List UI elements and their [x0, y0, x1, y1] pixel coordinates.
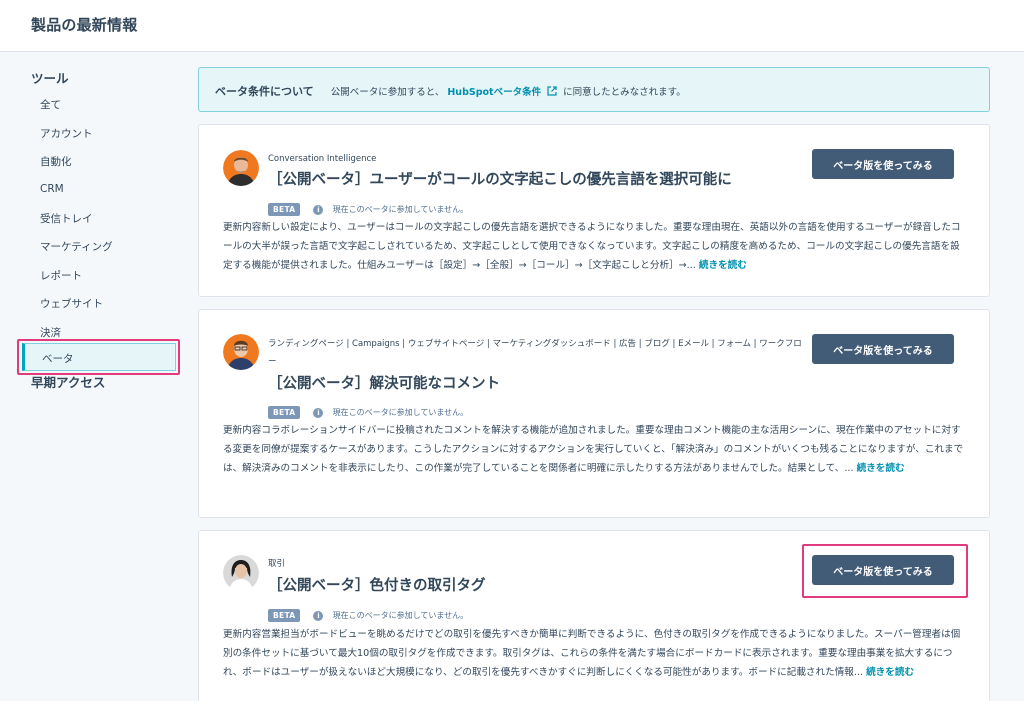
beta-status-text: 現在このベータに参加していません。 [332, 408, 469, 417]
author-avatar [223, 555, 259, 591]
try-beta-button-highlight [802, 544, 968, 598]
card-title: ［公開ベータ］ユーザーがコールの文字起こしの優先言語を選択可能に [268, 172, 732, 188]
sidebar-item-inbox[interactable]: 受信トレイ [40, 211, 93, 226]
beta-card: ランディングページ | Campaigns | ウェブサイトページ | マーケテ… [198, 309, 990, 518]
card-description: 更新内容新しい設定により、ユーザーはコールの文字起こしの優先言語を選択できるよう… [223, 218, 969, 275]
card-category: Conversation Intelligence [268, 154, 377, 164]
page-title: 製品の最新情報 [31, 16, 138, 34]
card-category: ランディングページ | Campaigns | ウェブサイトページ | マーケテ… [268, 339, 802, 367]
notice-text-after: に同意したとみなされます。 [563, 87, 686, 98]
try-beta-button[interactable]: ベータ版を使ってみる [812, 149, 954, 179]
sidebar-item-reports[interactable]: レポート [40, 268, 82, 283]
read-more-link[interactable]: 続きを読む [866, 667, 914, 678]
card-description-text: 更新内容コラボレーションサイドバーに投稿されたコメントを解決する機能が追加されま… [223, 425, 964, 474]
author-avatar [223, 334, 259, 370]
try-beta-button[interactable]: ベータ版を使ってみる [812, 334, 954, 364]
sidebar-item-website[interactable]: ウェブサイト [40, 296, 103, 311]
card-description: 更新内容営業担当がボードビューを眺めるだけでどの取引を優先すべきか簡単に判断でき… [223, 625, 969, 682]
top-bar: 製品の最新情報 [0, 0, 1024, 52]
sidebar: ツール 全て アカウント 自動化 CRM 受信トレイ マーケティング レポート … [0, 53, 190, 701]
beta-status-text: 現在このベータに参加していません。 [332, 611, 469, 620]
sidebar-item-crm[interactable]: CRM [40, 183, 64, 195]
sidebar-heading-tools: ツール [31, 71, 69, 86]
card-description: 更新内容コラボレーションサイドバーに投稿されたコメントを解決する機能が追加されま… [223, 421, 969, 478]
card-title: ［公開ベータ］色付きの取引タグ [268, 578, 486, 594]
notice-text-before: 公開ベータに参加すると、 [330, 87, 445, 98]
external-link-icon[interactable] [547, 86, 557, 96]
sidebar-item-all[interactable]: 全て [40, 97, 61, 112]
beta-status-row: BETA i 現在このベータに参加していません。 [268, 199, 469, 216]
sidebar-item-account[interactable]: アカウント [40, 126, 93, 141]
card-description-text: 更新内容営業担当がボードビューを眺めるだけでどの取引を優先すべきか簡単に判断でき… [223, 629, 961, 678]
card-title: ［公開ベータ］解決可能なコメント [268, 376, 500, 392]
card-category: 取引 [268, 559, 286, 569]
sidebar-item-automation[interactable]: 自動化 [40, 154, 72, 169]
beta-status-row: BETA i 現在このベータに参加していません。 [268, 402, 469, 419]
beta-status-text: 現在このベータに参加していません。 [332, 205, 469, 214]
card-description-text: 更新内容新しい設定により、ユーザーはコールの文字起こしの優先言語を選択できるよう… [223, 222, 961, 271]
beta-badge: BETA [268, 406, 301, 419]
sidebar-item-beta[interactable]: ベータ [22, 343, 176, 371]
beta-badge: BETA [268, 609, 301, 622]
author-avatar [223, 150, 259, 186]
info-icon: i [313, 610, 324, 621]
sidebar-item-payments[interactable]: 決済 [40, 325, 61, 340]
beta-terms-link[interactable]: HubSpotベータ条件 [447, 87, 541, 98]
notice-title: ベータ条件について [215, 85, 314, 98]
beta-status-row: BETA i 現在このベータに参加していません。 [268, 605, 469, 622]
info-icon: i [313, 407, 324, 418]
beta-terms-notice: ベータ条件について 公開ベータに参加すると、 HubSpotベータ条件 に同意し… [198, 67, 990, 112]
beta-badge: BETA [268, 203, 301, 216]
info-icon: i [313, 204, 324, 215]
sidebar-item-marketing[interactable]: マーケティング [40, 239, 113, 254]
read-more-link[interactable]: 続きを読む [857, 463, 905, 474]
beta-card: Conversation Intelligence ［公開ベータ］ユーザーがコー… [198, 124, 990, 297]
read-more-link[interactable]: 続きを読む [699, 260, 747, 271]
